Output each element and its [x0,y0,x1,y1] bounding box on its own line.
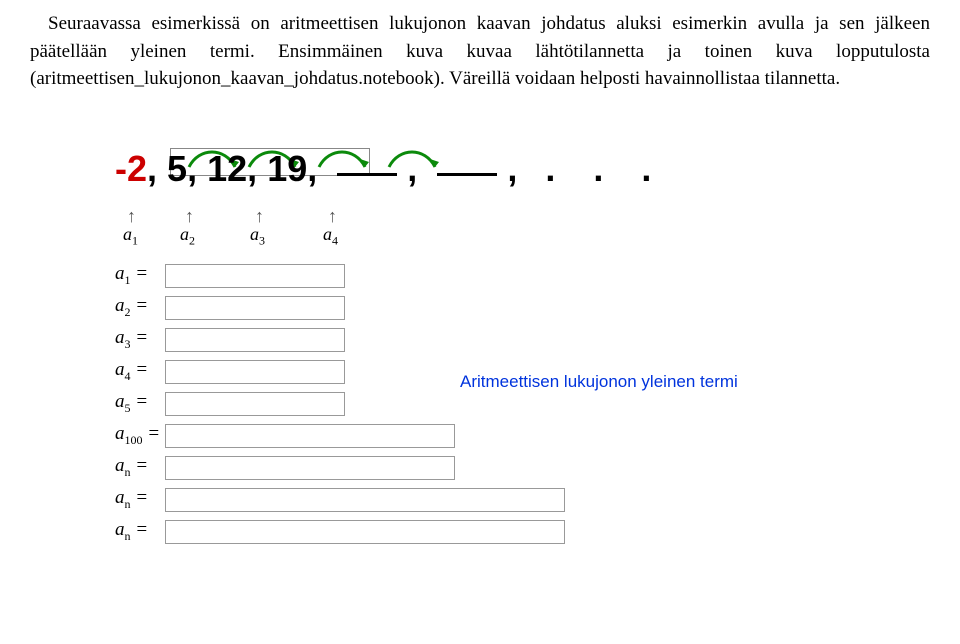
eq-box [165,328,345,352]
arc-icon [315,136,369,160]
arc-icon [385,136,439,160]
figure-area: -2, 5, 12, 19, , , . . . ↑ ↑ ↑ ↑ a1 a2 a… [0,148,960,546]
eq-row-an-3: an = [115,518,960,546]
sequence-row: -2, 5, 12, 19, , , . . . [115,148,960,208]
eq-row-a3: a3 = [115,326,960,354]
eq-box [165,296,345,320]
eq-label: a5 = [115,391,165,416]
eq-label: an = [115,455,165,480]
eq-label: an = [115,487,165,512]
sub-a2: a2 [180,224,195,249]
eq-box [165,520,565,544]
eq-label: a100 = [115,423,165,448]
blank-slot [337,173,397,176]
comma: , [507,148,517,189]
eq-label: a2 = [115,295,165,320]
term-4: 19 [267,148,307,190]
eq-row-a5: a5 = [115,390,960,418]
eq-box [165,456,455,480]
eq-label: a1 = [115,263,165,288]
term-1: -2 [115,148,147,190]
eq-box [165,360,345,384]
paragraph-text: Seuraavassa esimerkissä on aritmeettisen… [30,13,930,89]
blank-slot [437,173,497,176]
eq-row-an: an = [115,454,960,482]
equation-rows: a1 = a2 = a3 = a4 = a5 = a100 = an = an [115,262,960,546]
eq-row-a2: a2 = [115,294,960,322]
eq-box [165,424,455,448]
eq-row-a100: a100 = [115,422,960,450]
comma: , [147,148,157,189]
eq-row-an-2: an = [115,486,960,514]
eq-row-a1: a1 = [115,262,960,290]
eq-label: a4 = [115,359,165,384]
eq-box [165,488,565,512]
sub-a1: a1 [123,224,138,249]
eq-label: an = [115,519,165,544]
eq-box [165,264,345,288]
sub-a3: a3 [250,224,265,249]
eq-box [165,392,345,416]
term-2: 5 [167,148,187,190]
sub-labels-row: ↑ ↑ ↑ ↑ a1 a2 a3 a4 [115,208,960,250]
term-3: 12 [207,148,247,190]
blue-caption: Aritmeettisen lukujonon yleinen termi [460,372,738,392]
eq-label: a3 = [115,327,165,352]
ellipsis: . . . [545,148,665,189]
sub-a4: a4 [323,224,338,249]
